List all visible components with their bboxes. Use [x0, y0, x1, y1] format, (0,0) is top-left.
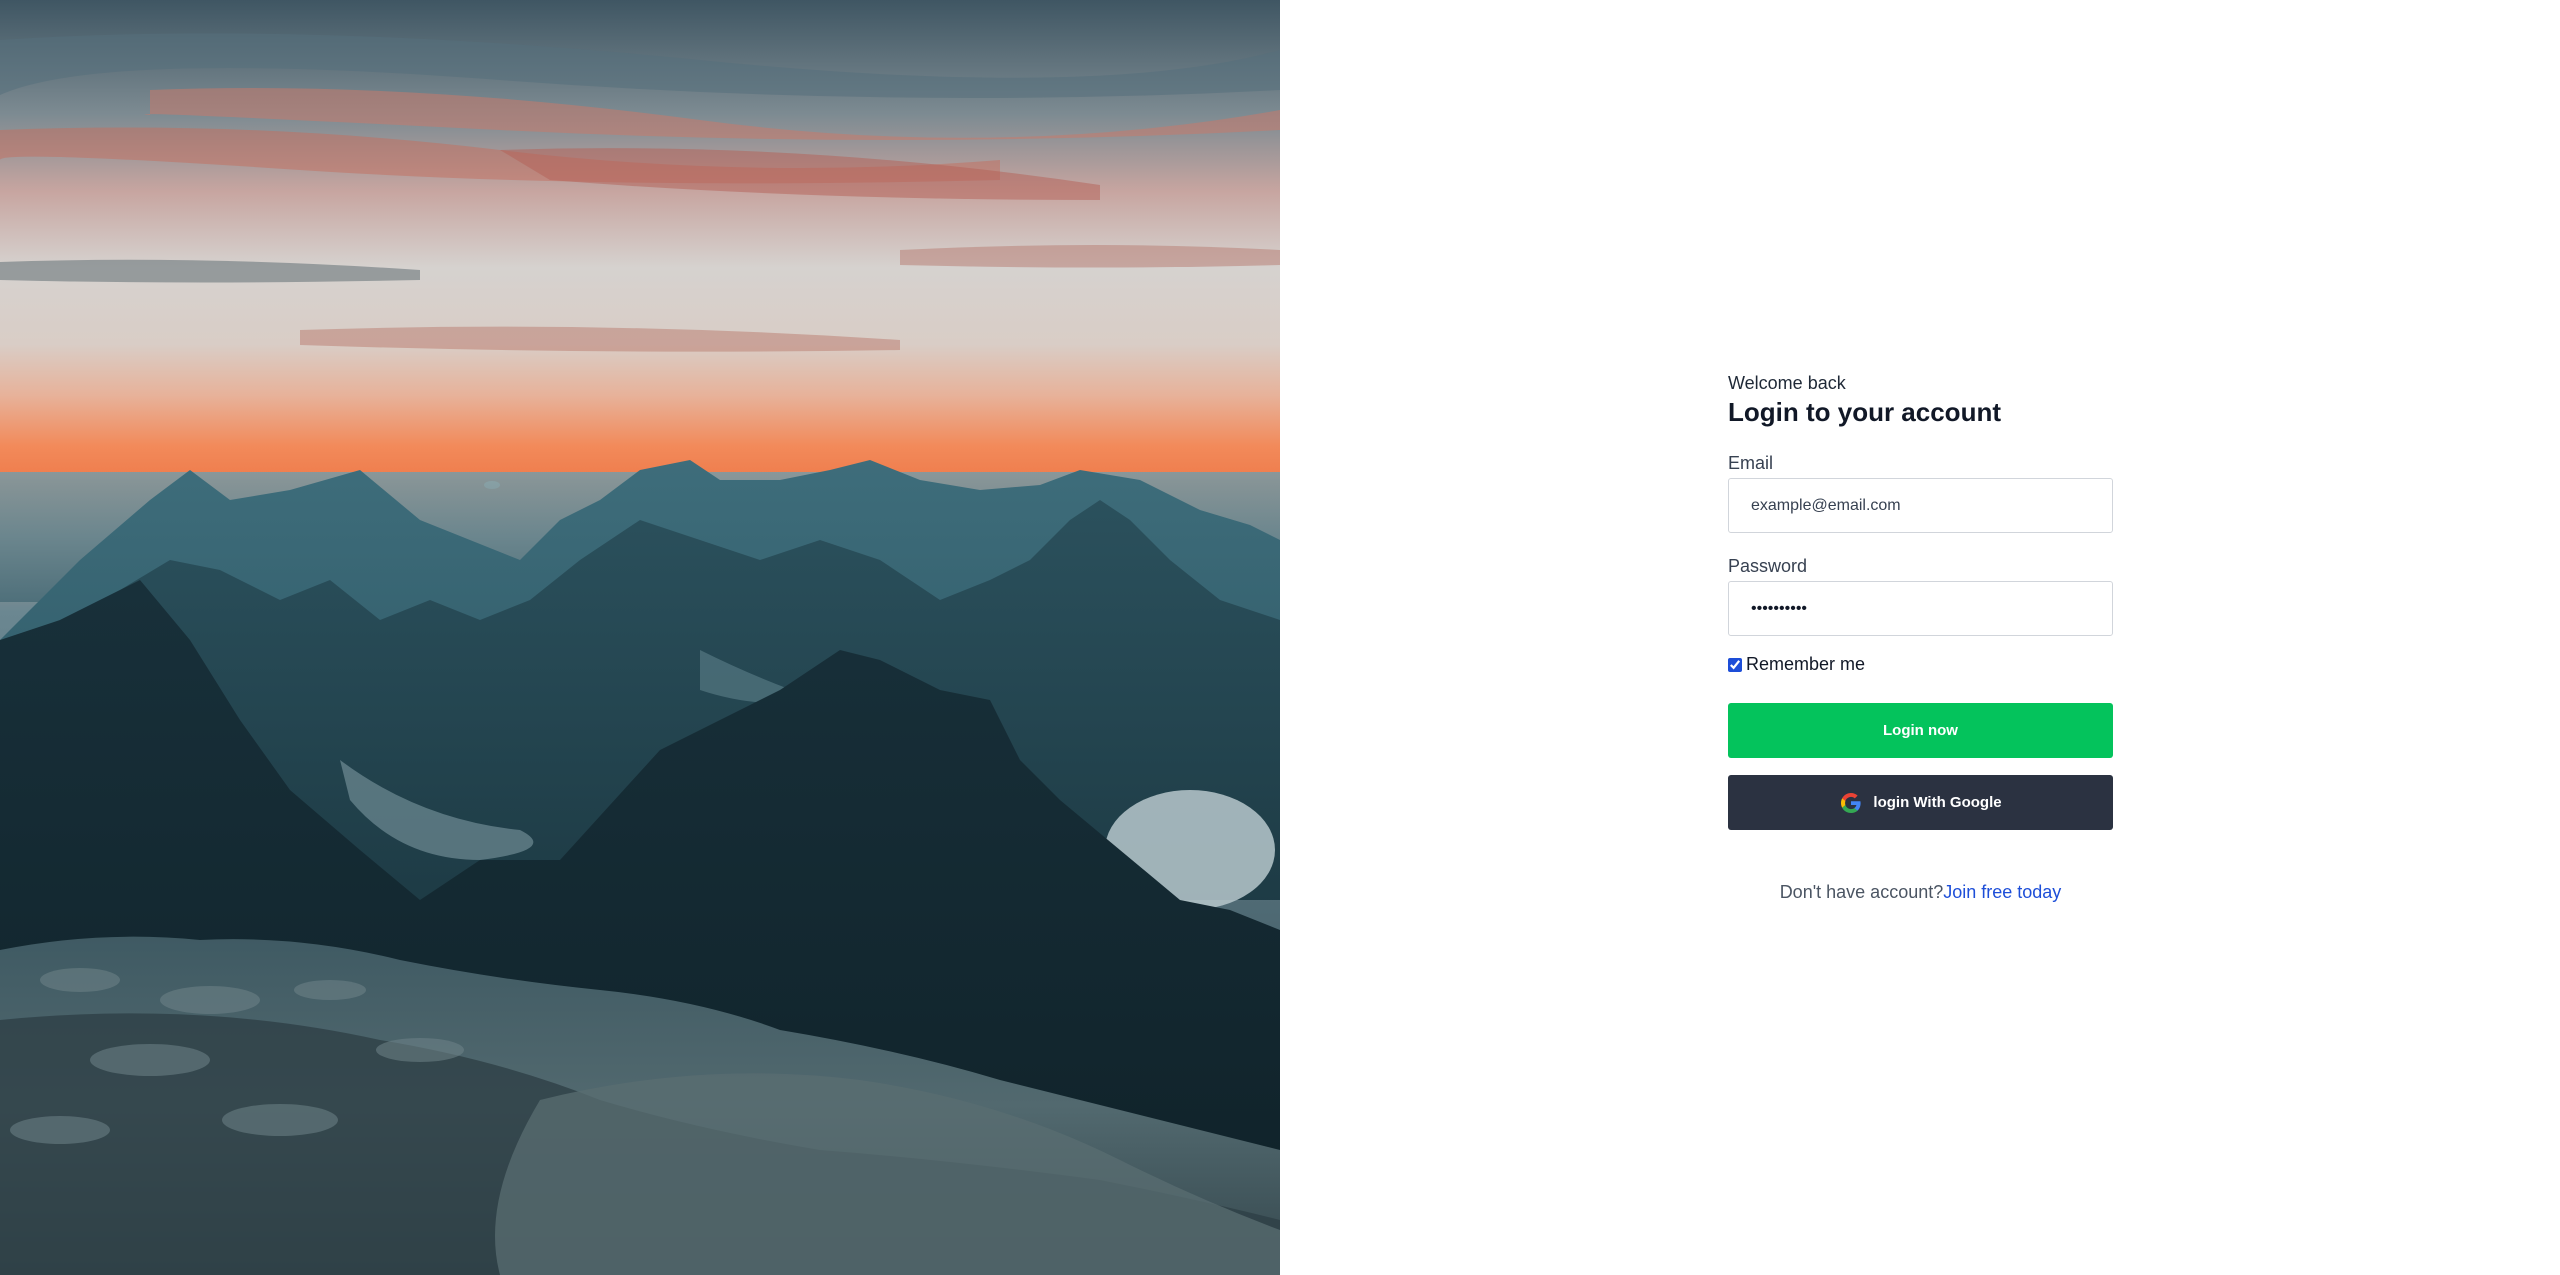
remember-me-checkbox[interactable]: [1728, 657, 1742, 672]
join-free-link[interactable]: Join free today: [1943, 882, 2061, 902]
password-label: Password: [1728, 556, 1808, 576]
login-panel: Welcome back Login to your account Email…: [1280, 0, 2560, 1275]
remember-me-label: Remember me: [1746, 654, 1866, 674]
signup-prompt-text: Don't have account?: [1779, 882, 1944, 902]
password-field[interactable]: [1728, 581, 2113, 636]
google-login-button[interactable]: login With Google: [1728, 775, 2113, 830]
email-field[interactable]: [1728, 478, 2113, 533]
signup-prompt: Don't have account?Join free today: [1728, 882, 2113, 903]
hero-image: [0, 0, 1280, 1275]
login-button[interactable]: Login now: [1728, 703, 2113, 758]
email-label: Email: [1728, 453, 1774, 473]
google-button-label: login With Google: [1873, 794, 2002, 811]
welcome-text: Welcome back: [1728, 373, 1846, 393]
mountain-sunset-photo: [0, 0, 1280, 1275]
login-form: Welcome back Login to your account Email…: [1728, 372, 2113, 903]
page-title: Login to your account: [1728, 397, 2001, 427]
google-icon: [1839, 791, 1863, 815]
login-page: Welcome back Login to your account Email…: [0, 0, 2560, 1275]
remember-me[interactable]: Remember me: [1728, 654, 2113, 675]
